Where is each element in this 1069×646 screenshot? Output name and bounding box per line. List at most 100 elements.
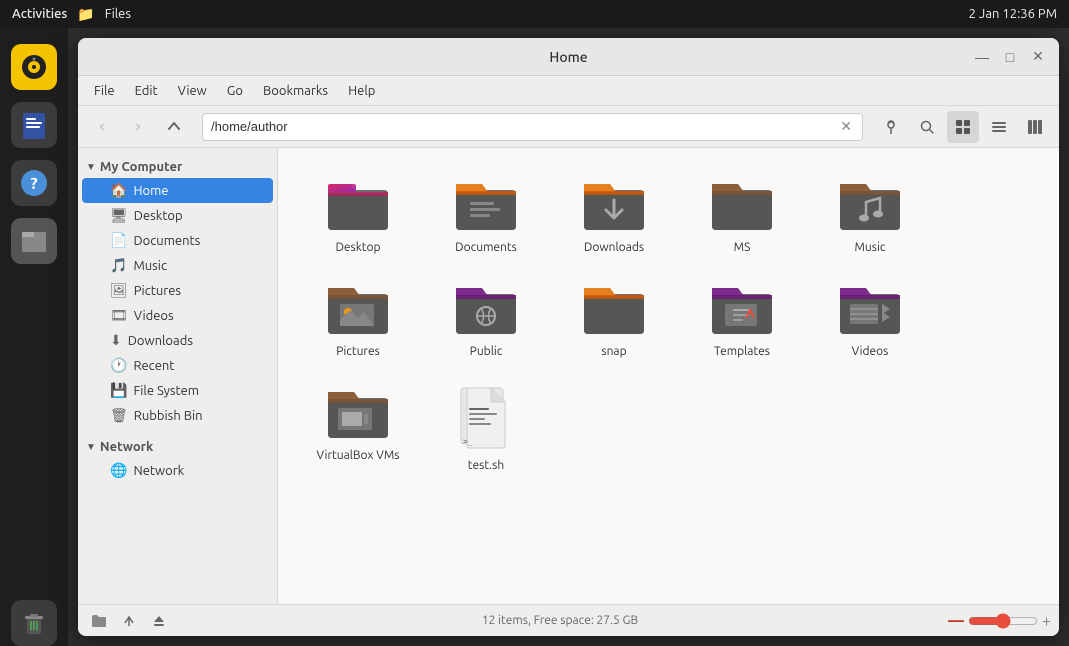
maximize-button[interactable]: □ [997, 44, 1023, 70]
sidebar-recent-label: Recent [133, 359, 174, 373]
documents-icon: 📄 [110, 232, 127, 249]
sidebar-item-documents[interactable]: 📄 Documents [82, 228, 273, 253]
sidebar-item-desktop[interactable]: 🖥 Desktop [82, 203, 273, 228]
file-area: Desktop Documents Downloads MS [278, 148, 1059, 604]
taskbar-files-icon: 📁 [77, 6, 94, 23]
status-up-button[interactable] [116, 608, 142, 634]
documents-icon [454, 178, 518, 235]
file-item-videos[interactable]: Videos [810, 272, 930, 368]
pin-location-button[interactable] [875, 111, 907, 143]
taskbar: Activities 📁 Files 2 Jan 12:36 PM [0, 0, 1069, 28]
dock-trash[interactable] [11, 600, 57, 646]
file-item-public[interactable]: Public [426, 272, 546, 368]
dock-writer[interactable] [11, 102, 57, 148]
pictures-icon: 🖼 [110, 282, 128, 299]
search-button[interactable] [911, 111, 943, 143]
zoom-control: — + [948, 612, 1051, 630]
dock-rhythmbox[interactable] [11, 44, 57, 90]
file-item-templates[interactable]: Templates [682, 272, 802, 368]
sidebar-documents-label: Documents [133, 234, 200, 248]
menu-help[interactable]: Help [340, 81, 383, 101]
titlebar: Home — □ ✕ [78, 38, 1059, 76]
sidebar-item-videos[interactable]: 🎞 Videos [82, 303, 273, 328]
public-label: Public [470, 345, 503, 358]
videos-icon: 🎞 [110, 307, 128, 324]
file-item-ms[interactable]: MS [682, 168, 802, 264]
network-chevron: ▼ [86, 441, 96, 453]
sidebar-item-rubbish[interactable]: 🗑 Rubbish Bin [82, 403, 273, 428]
back-button[interactable]: ‹ [86, 111, 118, 143]
window-title: Home [549, 49, 587, 65]
zoom-slider[interactable] [968, 613, 1038, 629]
templates-label: Templates [714, 345, 770, 358]
view-list-button[interactable] [983, 111, 1015, 143]
public-icon [454, 282, 518, 339]
datetime-display: 2 Jan 12:36 PM [969, 7, 1057, 21]
file-item-downloads[interactable]: Downloads [554, 168, 674, 264]
sidebar-item-pictures[interactable]: 🖼 Pictures [82, 278, 273, 303]
menu-file[interactable]: File [86, 81, 123, 101]
svg-text:?: ? [30, 175, 37, 193]
file-item-desktop[interactable]: Desktop [298, 168, 418, 264]
sidebar-section-my-computer[interactable]: ▼ My Computer [78, 156, 277, 178]
ms-label: MS [734, 241, 751, 254]
pictures-icon [326, 282, 390, 339]
file-grid: Desktop Documents Downloads MS [298, 168, 1039, 482]
view-grid-button[interactable] [947, 111, 979, 143]
my-computer-label: My Computer [100, 160, 182, 174]
view-columns-button[interactable] [1019, 111, 1051, 143]
ms-icon [710, 178, 774, 235]
status-folder-button[interactable] [86, 608, 112, 634]
menu-go[interactable]: Go [219, 81, 251, 101]
activities-button[interactable]: Activities [12, 7, 67, 21]
menu-edit[interactable]: Edit [127, 81, 166, 101]
sidebar-section-network[interactable]: ▼ Network [78, 436, 277, 458]
menu-bookmarks[interactable]: Bookmarks [255, 81, 336, 101]
statusbar: 12 items, Free space: 27.5 GB — + [78, 604, 1059, 636]
sidebar-item-recent[interactable]: 🕐 Recent [82, 353, 273, 378]
desktop-icon: 🖥 [110, 207, 128, 224]
templates-icon [710, 282, 774, 339]
sidebar-item-network[interactable]: 🌐 Network [82, 458, 273, 483]
status-eject-button[interactable] [146, 608, 172, 634]
close-button[interactable]: ✕ [1025, 44, 1051, 70]
sidebar-network-label: Network [133, 464, 184, 478]
my-computer-chevron: ▼ [86, 161, 96, 173]
path-input[interactable] [211, 119, 838, 134]
menu-view[interactable]: View [170, 81, 215, 101]
videos-icon [838, 282, 902, 339]
taskbar-right: 2 Jan 12:36 PM [969, 7, 1057, 21]
virtualbox-icon [326, 386, 390, 443]
music-icon [838, 178, 902, 235]
path-bar: ✕ [202, 113, 863, 141]
dock-files[interactable] [11, 218, 57, 264]
zoom-minus: — [948, 612, 964, 630]
minimize-button[interactable]: — [969, 44, 995, 70]
snap-icon [582, 282, 646, 339]
sidebar-item-filesystem[interactable]: 💾 File System [82, 378, 273, 403]
pictures-label: Pictures [336, 345, 380, 358]
menubar: File Edit View Go Bookmarks Help [78, 76, 1059, 106]
file-item-snap[interactable]: snap [554, 272, 674, 368]
path-clear-button[interactable]: ✕ [838, 116, 854, 137]
toolbar: ‹ › ✕ [78, 106, 1059, 148]
window-controls: — □ ✕ [969, 44, 1051, 70]
sidebar-item-music[interactable]: 🎵 Music [82, 253, 273, 278]
home-icon: 🏠 [110, 182, 127, 199]
documents-label: Documents [455, 241, 517, 254]
testsh-icon: >_ [459, 386, 513, 453]
up-button[interactable] [158, 111, 190, 143]
file-item-pictures[interactable]: Pictures [298, 272, 418, 368]
file-item-documents[interactable]: Documents [426, 168, 546, 264]
taskbar-left: Activities 📁 Files [12, 6, 131, 23]
file-item-music[interactable]: Music [810, 168, 930, 264]
dock-help[interactable]: ? [11, 160, 57, 206]
filesystem-icon: 💾 [110, 382, 127, 399]
sidebar-item-downloads[interactable]: ⬇ Downloads [82, 328, 273, 353]
file-item-virtualbox[interactable]: VirtualBox VMs [298, 376, 418, 482]
sidebar-item-home[interactable]: 🏠 Home [82, 178, 273, 203]
music-icon: 🎵 [110, 257, 127, 274]
forward-button[interactable]: › [122, 111, 154, 143]
zoom-plus: + [1042, 612, 1051, 630]
file-item-testsh[interactable]: >_ test.sh [426, 376, 546, 482]
